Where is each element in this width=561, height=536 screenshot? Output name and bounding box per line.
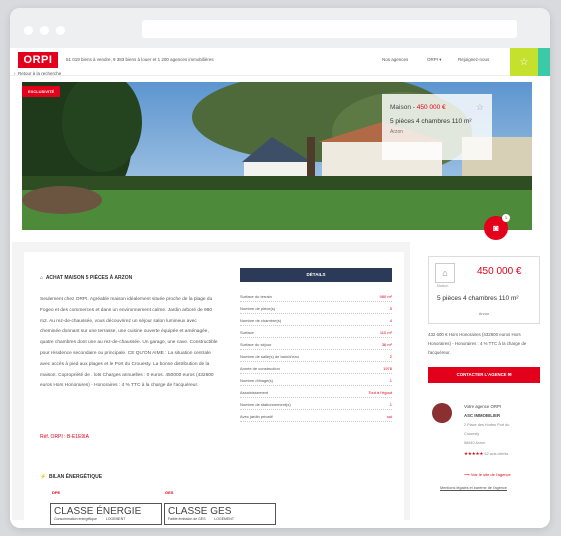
- nav-link-rejoignez[interactable]: Rejoignez-nous: [458, 57, 489, 62]
- listing-title-text: ACHAT MAISON 5 PIÈCES À ARZON: [45, 275, 133, 281]
- sidebar-price-box: ⌂ Maison 450 000 € 5 pièces 4 chambres 1…: [428, 256, 540, 324]
- details-row: Assainissement Tout à l'égout: [240, 386, 392, 398]
- agency-address-3: 56640 Arzon: [464, 441, 486, 445]
- details-row-value: Tout à l'égout: [368, 390, 392, 395]
- details-header: DÉTAILS: [240, 268, 392, 282]
- hero-type-price: Maison - 450 000 €: [390, 104, 484, 111]
- user-account-icon[interactable]: [538, 48, 550, 76]
- reviews-count[interactable]: 62 avis clients: [484, 452, 508, 456]
- details-row: Nombre de stationnement(s) 1: [240, 398, 392, 410]
- agency-label: Votre agence ORPI: [464, 404, 502, 409]
- details-row-label: Avec jardin privatif: [240, 414, 273, 419]
- energy-title-text: BILAN ÉNERGÉTIQUE: [49, 474, 103, 480]
- details-row-label: Surface: [240, 330, 254, 335]
- header-tagline: 51 019 biens à vendre, 9 383 biens à lou…: [66, 57, 214, 62]
- details-row: Nombre de pièce(s) 5: [240, 302, 392, 314]
- exclusivity-badge: EXCLUSIVITÉ: [22, 86, 61, 97]
- hero-price: 450 000 €: [416, 104, 446, 111]
- favorite-star-icon[interactable]: ☆: [476, 102, 484, 113]
- listing-description: Seulement chez ORPI. Agréable maison idé…: [40, 297, 218, 389]
- details-row: Surface du séjour 36 m²: [240, 338, 392, 350]
- details-row-value: 1: [389, 402, 392, 407]
- details-row-label: Année de construction: [240, 366, 280, 371]
- back-link-label: Retour à la recherche: [18, 71, 62, 76]
- property-photo[interactable]: EXCLUSIVITÉ Maison - 450 000 € 5 pièces …: [22, 82, 532, 230]
- details-row: Nombre de chambre(s) 4: [240, 314, 392, 326]
- details-row-label: Surface du terrain: [240, 294, 272, 299]
- ges-class-box: CLASSE GES Faible émission de GES LOGEME…: [164, 503, 276, 525]
- browser-chrome: [10, 8, 550, 48]
- ges-class-sub: Faible émission de GES LOGEMENT: [168, 517, 272, 521]
- sidebar-city: Arzon: [478, 311, 490, 316]
- details-row: Année de construction 1978: [240, 362, 392, 374]
- details-row-label: Nombre de pièce(s): [240, 306, 276, 311]
- rating-stars-icon: ★★★★★: [464, 451, 484, 456]
- ges-label: GES: [165, 490, 174, 495]
- details-row-label: Assainissement: [240, 390, 269, 395]
- details-row-label: Nombre de chambre(s): [240, 318, 282, 323]
- back-link[interactable]: ‹ Retour à la recherche: [14, 71, 61, 76]
- listing-reference: Réf. ORPI : B-E1E9IA: [40, 434, 89, 440]
- contact-agency-button[interactable]: CONTACTER L'AGENCE ✉: [428, 367, 540, 383]
- site-header: ORPI 51 019 biens à vendre, 9 383 biens …: [10, 48, 550, 76]
- energy-title: ⚡ BILAN ÉNERGÉTIQUE: [40, 474, 103, 480]
- agency-address-1: 2 Place des Hortes Port du: [464, 423, 510, 427]
- dpe-label: DPE: [52, 490, 61, 495]
- details-row: Nombre d'étage(s) 1: [240, 374, 392, 386]
- energy-class-sub-text: Consommation énergétique: [54, 517, 97, 521]
- fees-text: 432 600 € Hors Honoraires (432600 euros …: [428, 332, 527, 355]
- agency-avatar: [432, 403, 452, 423]
- details-row-value: 980 m²: [379, 294, 392, 299]
- details-row-label: Surface du séjour: [240, 342, 272, 347]
- address-bar[interactable]: [142, 20, 517, 38]
- sidebar-rooms: 5 pièces 4 chambres 110 m²: [437, 295, 519, 302]
- sidebar-price: 450 000 €: [477, 266, 522, 277]
- details-row-value: 110 m²: [379, 330, 392, 335]
- orpi-logo[interactable]: ORPI: [18, 52, 58, 68]
- details-row-value: 4: [389, 318, 392, 323]
- ges-class-title: CLASSE GES: [168, 506, 232, 517]
- agency-name[interactable]: ASC IMMOBILIER: [464, 413, 500, 418]
- energy-class-title: CLASSE ÉNERGIE: [54, 506, 142, 517]
- favorites-star-icon[interactable]: ☆: [510, 48, 538, 76]
- energy-class-sub: Consommation énergétique LOGEMENT: [54, 517, 158, 521]
- details-row-value: 1: [389, 378, 392, 383]
- agency-address-2: Crouesty: [464, 432, 480, 436]
- hero-price-card: Maison - 450 000 € 5 pièces 4 chambres 1…: [382, 94, 492, 160]
- nav-link-orpi[interactable]: ORPI ▾: [427, 57, 442, 63]
- details-row-value: 2: [389, 354, 392, 359]
- details-row-label: Nombre d'étage(s): [240, 378, 273, 383]
- agency-rating: ★★★★★ 62 avis clients: [464, 451, 508, 457]
- details-row-label: Nombre de stationnement(s): [240, 402, 291, 407]
- details-row: Avec jardin privatif oui: [240, 410, 392, 422]
- window-dot-icon: [40, 26, 49, 35]
- hero-city: Arzon: [390, 129, 404, 135]
- details-row: Nombre de salle(s) de bain/d'eau 2: [240, 350, 392, 362]
- ges-class-logement: LOGEMENT: [214, 517, 234, 521]
- hero-rooms: 5 pièces 4 chambres 110 m²: [390, 118, 472, 125]
- details-row-value: 1978: [383, 366, 392, 371]
- photo-count-badge: 1: [502, 214, 510, 222]
- energy-class-box: CLASSE ÉNERGIE Consommation énergétique …: [50, 503, 162, 525]
- energy-class-logement: LOGEMENT: [105, 517, 126, 521]
- details-row: Surface du terrain 980 m²: [240, 290, 392, 302]
- window-dot-icon: [56, 26, 65, 35]
- listing-title: ⌂ ACHAT MAISON 5 PIÈCES À ARZON: [40, 275, 133, 281]
- house-caption: Maison: [437, 284, 449, 288]
- details-row-value: 36 m²: [381, 342, 392, 347]
- window-dot-icon: [24, 26, 33, 35]
- details-row-label: Nombre de salle(s) de bain/d'eau: [240, 354, 299, 359]
- agency-site-link[interactable]: ⟶ Voir le site de l'agence: [464, 472, 511, 477]
- details-row: Surface 110 m²: [240, 326, 392, 338]
- ges-class-sub-text: Faible émission de GES: [168, 517, 206, 521]
- legal-link[interactable]: Mentions légales et barème de l'agence: [440, 486, 507, 490]
- nav-link-agences[interactable]: Nos agences: [382, 57, 408, 62]
- details-row-value: 5: [389, 306, 392, 311]
- house-icon: ⌂: [435, 263, 455, 283]
- hero-type: Maison -: [390, 104, 417, 111]
- details-row-value: oui: [386, 414, 392, 419]
